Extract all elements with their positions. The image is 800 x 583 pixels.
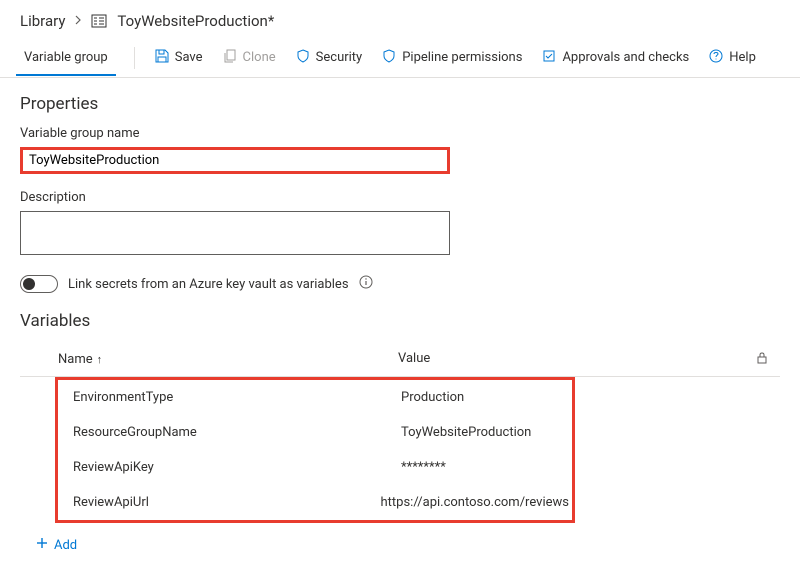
pipeline-permissions-label: Pipeline permissions <box>402 50 522 65</box>
add-label: Add <box>54 538 77 553</box>
toggle-knob <box>23 278 35 290</box>
sort-arrow-icon: ↑ <box>97 353 103 366</box>
variable-group-icon <box>91 14 107 28</box>
description-input[interactable] <box>20 211 450 255</box>
table-row[interactable]: ResourceGroupName ToyWebsiteProduction <box>58 415 572 450</box>
plus-icon <box>36 537 48 553</box>
shield-icon <box>382 49 396 67</box>
name-label: Variable group name <box>20 126 780 141</box>
variable-value: ToyWebsiteProduction <box>401 425 569 440</box>
variable-name: ReviewApiUrl <box>61 495 381 510</box>
toolbar: Variable group Save Clone Security Pipel… <box>0 38 800 78</box>
variable-value: https://api.contoso.com/reviews <box>381 495 570 510</box>
table-row[interactable]: ReviewApiUrl https://api.contoso.com/rev… <box>58 485 572 520</box>
variables-title: Variables <box>20 311 780 331</box>
help-label: Help <box>729 50 756 65</box>
variable-value: Production <box>401 390 569 405</box>
description-label: Description <box>20 190 780 205</box>
variables-table-body: EnvironmentType Production ResourceGroup… <box>55 377 575 523</box>
table-row[interactable]: ReviewApiKey ******** <box>58 450 572 485</box>
clone-button: Clone <box>213 43 286 73</box>
toolbar-separator <box>134 47 135 69</box>
column-value-header[interactable]: Value <box>398 351 738 368</box>
checklist-icon <box>542 49 556 67</box>
variable-name: ResourceGroupName <box>61 425 401 440</box>
name-field-group: Variable group name <box>20 126 780 174</box>
tab-variable-group[interactable]: Variable group <box>16 40 116 76</box>
info-icon[interactable] <box>359 275 373 293</box>
column-name-label: Name <box>58 352 93 367</box>
description-field-group: Description <box>20 190 780 259</box>
chevron-right-icon <box>73 14 83 28</box>
variable-group-name-input[interactable] <box>20 147 450 174</box>
clone-label: Clone <box>243 50 276 65</box>
save-label: Save <box>175 50 203 65</box>
pipeline-permissions-button[interactable]: Pipeline permissions <box>372 43 532 73</box>
shield-icon <box>296 49 310 67</box>
variable-name: ReviewApiKey <box>61 460 401 475</box>
column-lock-header <box>738 351 768 368</box>
add-variable-button[interactable]: Add <box>20 523 780 567</box>
link-secrets-toggle[interactable] <box>20 275 58 293</box>
content: Properties Variable group name Descripti… <box>0 78 800 583</box>
clone-icon <box>223 49 237 67</box>
properties-title: Properties <box>20 94 780 114</box>
security-button[interactable]: Security <box>286 43 373 73</box>
variables-table-header: Name ↑ Value <box>20 343 780 377</box>
breadcrumb: Library ToyWebsiteProduction* <box>0 0 800 38</box>
breadcrumb-library[interactable]: Library <box>20 12 65 30</box>
save-icon <box>155 49 169 67</box>
link-secrets-row: Link secrets from an Azure key vault as … <box>20 275 780 293</box>
help-icon <box>709 49 723 67</box>
security-label: Security <box>316 50 363 65</box>
save-button[interactable]: Save <box>145 43 213 73</box>
column-name-header[interactable]: Name ↑ <box>58 351 398 368</box>
variable-name: EnvironmentType <box>61 390 401 405</box>
breadcrumb-title: ToyWebsiteProduction* <box>117 12 274 30</box>
variable-value: ******** <box>401 460 569 475</box>
table-row[interactable]: EnvironmentType Production <box>58 380 572 415</box>
approvals-checks-label: Approvals and checks <box>562 50 689 65</box>
approvals-checks-button[interactable]: Approvals and checks <box>532 43 699 73</box>
help-button[interactable]: Help <box>699 43 766 73</box>
link-secrets-label: Link secrets from an Azure key vault as … <box>68 277 349 292</box>
